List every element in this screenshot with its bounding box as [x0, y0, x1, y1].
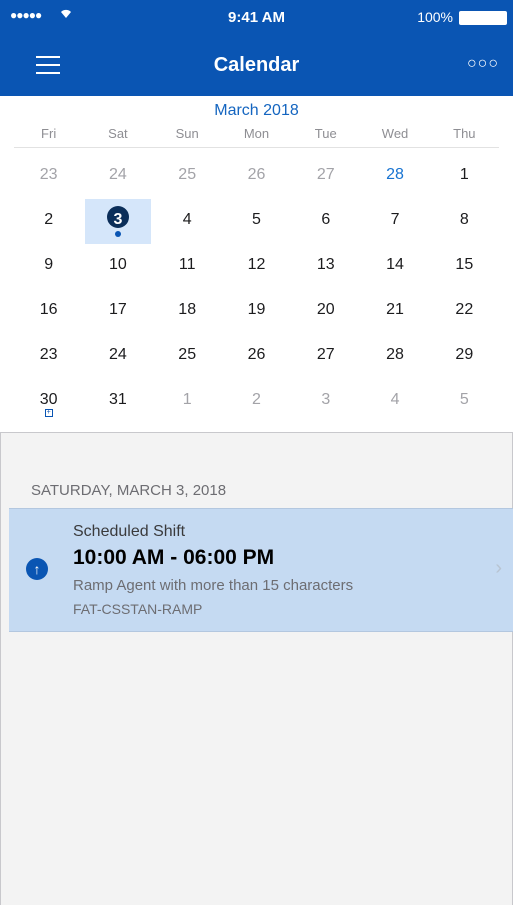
calendar-day[interactable]: 27	[291, 334, 360, 379]
shift-code: FAT-CSSTAN-RAMP	[73, 601, 203, 617]
battery-percent: 100%	[417, 9, 453, 25]
weekday-label: Fri	[41, 126, 57, 141]
weekday-label: Wed	[381, 126, 409, 141]
calendar-grid: 23 24 25 26 27 28 1 2 3 4 5 6 7 8 9 10 1…	[14, 154, 499, 424]
agenda-panel: SATURDAY, MARCH 3, 2018 ↑ Scheduled Shif…	[0, 433, 513, 905]
calendar-day[interactable]: 31	[83, 379, 152, 424]
calendar-week: 23 24 25 26 27 28 1	[14, 154, 499, 199]
calendar-day[interactable]: 2	[14, 199, 83, 244]
calendar-day[interactable]: 27	[291, 154, 360, 199]
event-dot-icon	[114, 231, 121, 237]
calendar-day[interactable]: 5	[430, 379, 499, 424]
calendar-day[interactable]: 3	[291, 379, 360, 424]
calendar-day[interactable]: 15	[430, 244, 499, 289]
calendar-day[interactable]: 19	[222, 289, 291, 334]
arrow-up-icon: ↑	[26, 558, 48, 580]
calendar-day[interactable]: 22	[430, 289, 499, 334]
weekday-label: Sun	[175, 126, 199, 141]
calendar-day[interactable]: 21	[360, 289, 429, 334]
calendar-day[interactable]: 20	[291, 289, 360, 334]
calendar-day[interactable]: 30 +	[14, 379, 83, 424]
add-event-icon: +	[44, 409, 53, 417]
calendar-day[interactable]: 16	[14, 289, 83, 334]
weekday-label: Thu	[453, 126, 476, 141]
calendar-day[interactable]: 4	[153, 199, 222, 244]
shift-label: Scheduled Shift	[73, 523, 186, 540]
shift-time: 10:00 AM - 06:00 PM	[73, 546, 275, 569]
calendar-day-today[interactable]: 28	[360, 154, 429, 199]
calendar-day[interactable]: 25	[153, 334, 222, 379]
calendar-week: 30 + 31 1 2 3 4 5	[14, 379, 499, 424]
calendar-day-selected[interactable]: 3	[83, 199, 152, 244]
calendar-day[interactable]: 25	[153, 154, 222, 199]
calendar-day[interactable]: 8	[430, 199, 499, 244]
calendar-day[interactable]: 4	[360, 379, 429, 424]
calendar-day[interactable]: 7	[360, 199, 429, 244]
calendar-week: 9 10 11 12 13 14 15	[14, 244, 499, 289]
status-bar: ●●●●● 9:41 AM 100%	[0, 0, 513, 36]
calendar-week: 23 24 25 26 27 28 29	[14, 334, 499, 379]
calendar-day[interactable]: 11	[153, 244, 222, 289]
calendar-day[interactable]: 13	[291, 244, 360, 289]
more-icon[interactable]: ○○○	[467, 55, 499, 73]
agenda-date-header: SATURDAY, MARCH 3, 2018	[31, 482, 227, 499]
shift-card[interactable]: ↑ Scheduled Shift 10:00 AM - 06:00 PM Ra…	[9, 508, 513, 632]
calendar-day[interactable]: 26	[222, 334, 291, 379]
weekday-label: Tue	[314, 126, 337, 141]
calendar-day[interactable]: 26	[222, 154, 291, 199]
weekday-label: Mon	[243, 126, 270, 141]
calendar-day[interactable]: 1	[430, 154, 499, 199]
page-title: Calendar	[213, 54, 300, 76]
shift-role: Ramp Agent with more than 15 characters	[73, 577, 354, 594]
calendar-day[interactable]: 6	[291, 199, 360, 244]
nav-bar: Calendar ○○○	[0, 36, 513, 96]
calendar-day[interactable]: 23	[14, 154, 83, 199]
calendar-day[interactable]: 5	[222, 199, 291, 244]
calendar-day[interactable]: 24	[83, 334, 152, 379]
calendar-day[interactable]: 2	[222, 379, 291, 424]
calendar-day[interactable]: 14	[360, 244, 429, 289]
calendar-day[interactable]: 24	[83, 154, 152, 199]
calendar-day[interactable]: 1	[153, 379, 222, 424]
weekday-header: Fri Sat Sun Mon Tue Wed Thu	[14, 126, 499, 148]
calendar-day[interactable]: 29	[430, 334, 499, 379]
weekday-label: Sat	[108, 126, 128, 141]
month-title: March 2018	[214, 102, 299, 119]
calendar-day[interactable]: 18	[153, 289, 222, 334]
chevron-right-icon: ›	[495, 557, 502, 579]
calendar-day[interactable]: 17	[83, 289, 152, 334]
calendar-week: 16 17 18 19 20 21 22	[14, 289, 499, 334]
calendar-day[interactable]: 9	[14, 244, 83, 289]
month-calendar: March 2018 Fri Sat Sun Mon Tue Wed Thu 2…	[0, 96, 513, 432]
calendar-week: 2 3 4 5 6 7 8	[14, 199, 499, 244]
calendar-day[interactable]: 10	[83, 244, 152, 289]
calendar-day[interactable]: 28	[360, 334, 429, 379]
calendar-day[interactable]: 12	[222, 244, 291, 289]
battery-icon	[459, 11, 507, 25]
calendar-day[interactable]: 23	[14, 334, 83, 379]
